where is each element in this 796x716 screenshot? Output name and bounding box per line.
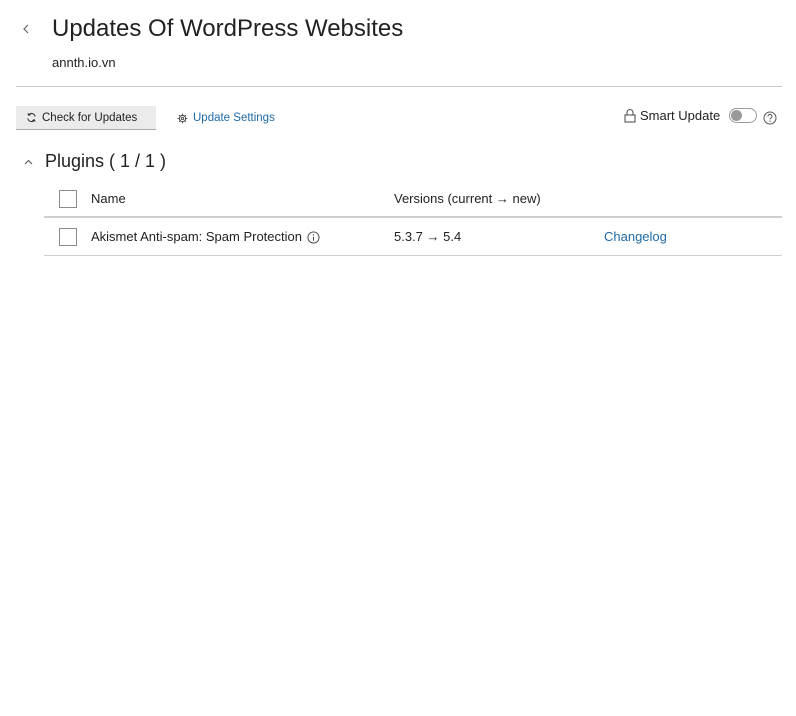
plugin-name: Akismet Anti-spam: Spam Protection — [91, 229, 302, 244]
toggle-knob — [731, 110, 742, 121]
plugins-table: Name Versions (current → new) Akismet An… — [44, 180, 782, 256]
plugin-versions: 5.3.7 → 5.4 — [394, 229, 462, 244]
chevron-up-icon — [24, 159, 32, 165]
table-row: Akismet Anti-spam: Spam Protection 5.3.7… — [44, 218, 782, 256]
info-icon[interactable] — [307, 230, 320, 244]
page-title: Updates Of WordPress Websites — [52, 15, 404, 42]
refresh-icon — [27, 112, 36, 123]
smart-update-label: Smart Update — [640, 107, 721, 123]
back-button[interactable] — [17, 19, 35, 39]
plugin-name-cell: Akismet Anti-spam: Spam Protection — [91, 229, 320, 245]
column-header-versions: Versions (current → new) — [394, 191, 541, 206]
plugins-collapse-toggle[interactable] — [21, 155, 35, 169]
smart-update-label-group: Smart Update — [624, 106, 720, 124]
gear-icon — [177, 113, 188, 123]
update-settings-label: Update Settings — [193, 112, 275, 124]
domain-name: annth.io.vn — [52, 55, 116, 70]
check-for-updates-button[interactable]: Check for Updates — [16, 106, 156, 130]
question-icon[interactable] — [763, 111, 777, 125]
update-settings-link[interactable]: Update Settings — [177, 110, 275, 126]
chevron-left-icon — [23, 24, 29, 34]
lock-icon — [624, 108, 636, 123]
plugins-section-title: Plugins ( 1 / 1 ) — [45, 151, 167, 171]
header-divider — [16, 86, 782, 87]
select-all-checkbox[interactable] — [59, 190, 77, 208]
row-checkbox[interactable] — [59, 228, 77, 246]
table-header-row: Name Versions (current → new) — [44, 180, 782, 218]
column-header-name: Name — [91, 191, 126, 206]
changelog-link[interactable]: Changelog — [604, 229, 667, 245]
check-for-updates-label: Check for Updates — [42, 111, 138, 124]
smart-update-toggle[interactable] — [729, 108, 757, 123]
